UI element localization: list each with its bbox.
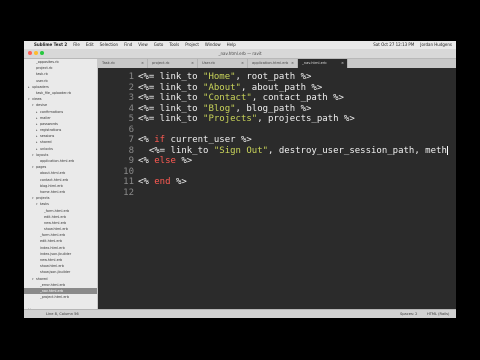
code-line[interactable]: <% end %> <box>138 177 187 188</box>
code-token: , root_path %> <box>235 72 312 82</box>
code-token: <%= link_to <box>138 72 204 82</box>
code-token: else <box>154 156 176 166</box>
code-token: , contact_path %> <box>251 93 344 103</box>
code-token: <%= link_to <box>138 93 204 103</box>
code-token: <% <box>138 156 155 166</box>
code-token: "About" <box>203 82 241 93</box>
line-number-gutter: 1 2 3 4 5 6 7 8 9 10 11 12 <box>98 68 134 309</box>
menu-file[interactable]: File <box>73 41 80 49</box>
code-line[interactable]: <%= link_to "About", about_path %> <box>138 83 322 94</box>
code-token: end <box>154 177 171 187</box>
code-line[interactable]: <%= link_to "Contact", contact_path %> <box>138 93 344 104</box>
clock[interactable]: Sat Oct 27 12:13 PM <box>373 41 414 49</box>
cursor-position: Line 8, Column 56 <box>46 312 79 316</box>
code-token: , projects_path %> <box>257 114 355 124</box>
code-token: "Contact" <box>203 93 252 103</box>
text-cursor <box>446 145 448 155</box>
code-token: "Home" <box>203 72 236 82</box>
code-token: if <box>154 135 166 145</box>
tab-label: _nav.html.erb <box>302 61 327 65</box>
code-line[interactable]: <% else %> <box>138 156 192 167</box>
code-line[interactable]: <% if current_user %> <box>138 135 252 146</box>
editor-tab[interactable]: application.html.erb × <box>248 59 298 68</box>
code-token: current_user %> <box>165 135 252 145</box>
tab-label: project.rb <box>152 61 170 65</box>
app-menu[interactable]: Sublime Text 2 <box>34 41 67 49</box>
code-token: <%= link_to <box>138 103 204 114</box>
code-token: <%= link_to <box>138 82 204 93</box>
menu-selection[interactable]: Selection <box>100 41 118 49</box>
code-token: "Projects" <box>203 114 258 124</box>
status-bar: Line 8, Column 56 Spaces: 2 HTML (Rails) <box>24 309 456 318</box>
line-number: 7 <box>128 135 134 145</box>
line-number: 9 <box>128 156 134 166</box>
line-number: 10 <box>123 166 134 177</box>
tab-bar: Task.rb × project.rb × User.rb × application.h… <box>98 59 456 68</box>
project-sidebar: _opposites.rb project.rb task.rb user.rb ▸ up… <box>24 59 98 309</box>
close-tab-icon[interactable]: × <box>341 59 344 68</box>
user-name[interactable]: Jordan Hudgens <box>420 41 452 49</box>
close-tab-icon[interactable]: × <box>191 59 194 68</box>
line-number: 4 <box>128 103 134 114</box>
close-tab-icon[interactable]: × <box>291 59 294 68</box>
code-line[interactable]: <%= link_to "Blog", blog_path %> <box>138 104 311 115</box>
code-token: , blog_path %> <box>235 103 312 114</box>
code-token: %> <box>170 177 187 187</box>
line-number: 11 <box>123 177 134 187</box>
code-token: %> <box>175 156 193 166</box>
code-token: "Sign Out" <box>213 145 269 156</box>
editor-tab[interactable]: project.rb × <box>148 59 198 68</box>
window-titlebar: _nav.html.erb — ravit <box>24 49 456 59</box>
code-editor[interactable]: 1 2 3 4 5 6 7 8 9 10 11 12 <%= link_to "Home", root… <box>98 68 456 309</box>
tab-label: User.rb <box>202 61 215 65</box>
code-token: <% <box>138 177 155 187</box>
menu-window[interactable]: Window <box>205 41 221 49</box>
line-number: 12 <box>123 187 134 198</box>
code-token: <%= link_to <box>138 145 214 156</box>
mac-menubar: Sublime Text 2 File Edit Selection Find … <box>24 41 456 49</box>
window-title: _nav.html.erb — ravit <box>218 51 262 56</box>
editor-tab[interactable]: Task.rb × <box>98 59 148 68</box>
indentation-setting[interactable]: Spaces: 2 <box>400 310 417 318</box>
menu-view[interactable]: View <box>138 41 148 49</box>
line-number: 6 <box>128 124 134 135</box>
code-line[interactable]: <%= link_to "Projects", projects_path %> <box>138 114 355 125</box>
editor-tab[interactable]: User.rb × <box>198 59 248 68</box>
code-line[interactable]: <%= link_to "Sign Out", destroy_user_ses… <box>138 145 448 157</box>
tab-label: application.html.erb <box>252 61 289 65</box>
menu-find[interactable]: Find <box>124 41 132 49</box>
line-number: 1 <box>128 72 134 82</box>
tab-label: Task.rb <box>102 61 115 65</box>
close-tab-icon[interactable]: × <box>141 59 144 68</box>
menu-tools[interactable]: Tools <box>169 41 179 49</box>
editor-tab[interactable]: _nav.html.erb × <box>298 59 348 68</box>
line-number: 5 <box>128 114 134 124</box>
close-tab-icon[interactable]: × <box>241 59 244 68</box>
code-token: , about_path %> <box>240 82 323 93</box>
editor-window: Sublime Text 2 File Edit Selection Find … <box>24 41 456 318</box>
line-number: 8 <box>128 145 134 156</box>
syntax-setting[interactable]: HTML (Rails) <box>427 310 449 318</box>
code-area[interactable]: <%= link_to "Home", root_path %> <%= link… <box>138 68 452 309</box>
menu-help[interactable]: Help <box>227 41 236 49</box>
code-token: , destroy_user_session_path, meth <box>268 145 447 156</box>
menu-project[interactable]: Project <box>185 41 199 49</box>
code-token: <%= link_to <box>138 114 204 124</box>
code-token: <% <box>138 135 155 145</box>
line-number: 3 <box>128 93 134 103</box>
code-line[interactable]: <%= link_to "Home", root_path %> <box>138 72 311 83</box>
code-token: "Blog" <box>203 103 236 114</box>
menu-edit[interactable]: Edit <box>86 41 94 49</box>
menu-goto[interactable]: Goto <box>154 41 164 49</box>
line-number: 2 <box>128 82 134 93</box>
